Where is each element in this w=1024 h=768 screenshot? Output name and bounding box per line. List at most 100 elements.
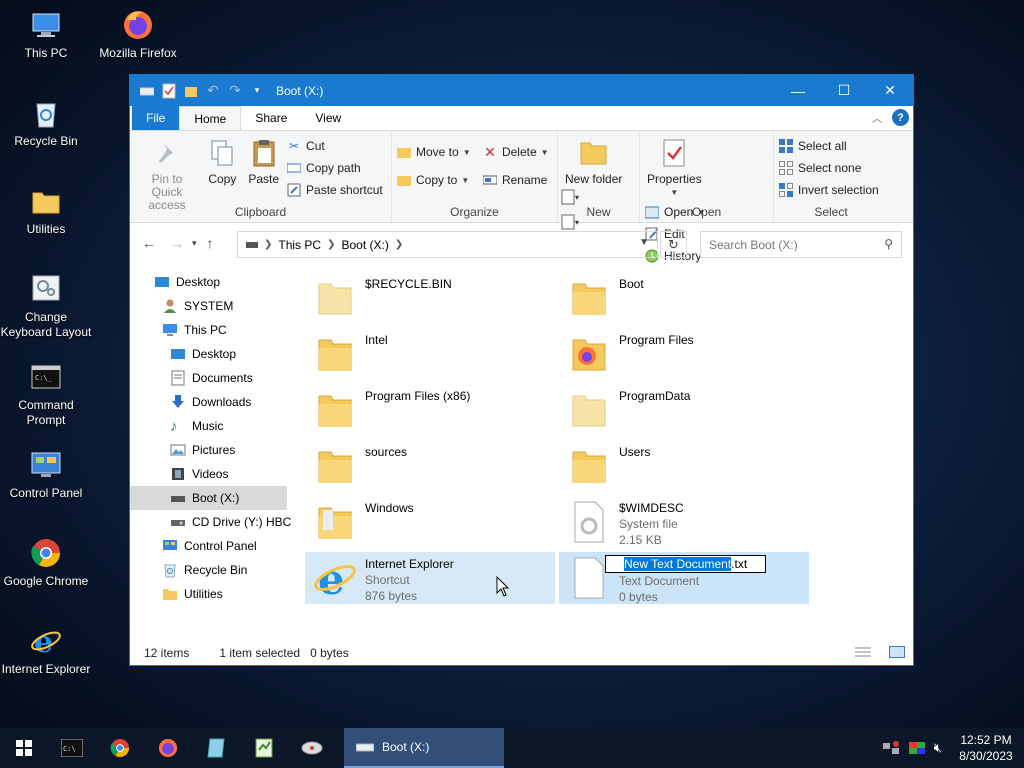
display-settings-icon[interactable] bbox=[908, 740, 926, 756]
nav-item-this-pc[interactable]: This PC bbox=[162, 318, 227, 342]
address-bar[interactable]: ❯ This PC ❯ Boot (X:) ❯ ▼ bbox=[237, 231, 658, 258]
group-label: Organize bbox=[450, 205, 499, 219]
file-item-program-files-folder[interactable]: Program Files bbox=[559, 328, 809, 380]
properties-button[interactable]: Properties ▼ bbox=[644, 135, 705, 201]
collapse-ribbon-icon[interactable]: ︿ bbox=[872, 110, 882, 125]
desktop-icon-control-panel[interactable]: Control Panel bbox=[0, 448, 92, 501]
file-item-users-folder[interactable]: Users bbox=[559, 440, 809, 492]
up-arrow-icon[interactable]: ↑ bbox=[207, 235, 214, 251]
desktop-icon-command-prompt[interactable]: C:\_ Command Prompt bbox=[0, 360, 92, 428]
desktop-icon-firefox[interactable]: Mozilla Firefox bbox=[92, 8, 184, 61]
nav-item-boot-drive[interactable]: Boot (X:) bbox=[130, 486, 287, 510]
paste-button[interactable]: Paste bbox=[245, 135, 283, 188]
windows-logo-icon bbox=[16, 740, 32, 756]
taskbar-app-6[interactable] bbox=[288, 728, 336, 768]
cut-button[interactable]: ✂ Cut bbox=[286, 137, 383, 155]
clock[interactable]: 12:52 PM 8/30/2023 bbox=[956, 732, 1016, 764]
chrome-icon bbox=[110, 738, 130, 758]
close-button[interactable]: ✕ bbox=[867, 75, 913, 106]
file-item-sources-folder[interactable]: sources bbox=[305, 440, 555, 492]
nav-item-cd-drive[interactable]: CD Drive (Y:) HBC bbox=[170, 510, 291, 534]
file-explorer-window: ↶ ↷ ▾ Boot (X:) — ☐ ✕ File Home Share Vi… bbox=[129, 74, 914, 666]
start-button[interactable] bbox=[0, 728, 48, 768]
file-item-internet-explorer-shortcut[interactable]: e Internet Explorer Shortcut 876 bytes bbox=[305, 552, 555, 604]
nav-item-desktop-root[interactable]: Desktop bbox=[154, 270, 220, 294]
file-item-programdata-folder[interactable]: ProgramData bbox=[559, 384, 809, 436]
copy-path-button[interactable]: Copy path bbox=[286, 159, 383, 177]
nav-item-downloads[interactable]: Downloads bbox=[170, 390, 251, 414]
rename-input[interactable]: New Text Document.txt bbox=[605, 555, 766, 573]
customize-quick-access-icon[interactable]: ▾ bbox=[248, 82, 266, 100]
invert-selection-button[interactable]: Invert selection bbox=[778, 181, 879, 199]
refresh-button[interactable]: ↻ bbox=[660, 231, 687, 258]
file-item-windows-folder[interactable]: Windows bbox=[305, 496, 555, 548]
file-item-program-files-x86-folder[interactable]: Program Files (x86) bbox=[305, 384, 555, 436]
breadcrumb-this-pc[interactable]: This PC bbox=[278, 238, 321, 252]
select-all-button[interactable]: Select all bbox=[778, 137, 879, 155]
recent-locations-icon[interactable]: ▾ bbox=[192, 235, 197, 251]
taskbar-chrome[interactable] bbox=[96, 728, 144, 768]
redo-icon[interactable]: ↷ bbox=[226, 82, 244, 100]
nav-item-utilities[interactable]: Utilities bbox=[162, 582, 223, 606]
desktop-icon-utilities[interactable]: Utilities bbox=[0, 184, 92, 237]
file-item-boot-folder[interactable]: Boot bbox=[559, 272, 809, 324]
desktop-icon-internet-explorer[interactable]: e Internet Explorer bbox=[0, 624, 92, 677]
select-none-button[interactable]: Select none bbox=[778, 159, 879, 177]
folder-icon bbox=[318, 451, 352, 483]
nav-item-documents[interactable]: Documents bbox=[170, 366, 253, 390]
file-item-wimdesc[interactable]: $WIMDESC System file 2.15 KB bbox=[559, 496, 809, 548]
copy-to-button[interactable]: Copy to ▼ bbox=[396, 171, 471, 189]
nav-item-recycle-bin[interactable]: Recycle Bin bbox=[162, 558, 247, 582]
nav-item-control-panel[interactable]: Control Panel bbox=[162, 534, 257, 558]
nav-item-pictures[interactable]: Pictures bbox=[170, 438, 235, 462]
pin-quick-access-button[interactable]: Pin to Quick access bbox=[134, 135, 200, 214]
large-icons-view-icon[interactable] bbox=[889, 646, 905, 661]
pictures-icon bbox=[170, 442, 186, 458]
desktop-icon-label: Mozilla Firefox bbox=[99, 46, 177, 60]
move-to-button[interactable]: Move to ▼ bbox=[396, 143, 471, 161]
delete-button[interactable]: ✕ Delete ▼ bbox=[482, 143, 548, 161]
details-view-icon[interactable] bbox=[855, 646, 871, 661]
copy-button[interactable]: Copy bbox=[203, 135, 241, 188]
desktop-icon-this-pc[interactable]: This PC bbox=[0, 8, 92, 61]
nav-item-desktop[interactable]: Desktop bbox=[170, 342, 236, 366]
nav-item-videos[interactable]: Videos bbox=[170, 462, 228, 486]
paste-shortcut-button[interactable]: Paste shortcut bbox=[286, 181, 383, 199]
taskbar-file-explorer-active[interactable]: Boot (X:) bbox=[344, 728, 504, 768]
tab-home[interactable]: Home bbox=[179, 106, 242, 130]
tab-share[interactable]: Share bbox=[241, 106, 302, 130]
taskbar-firefox[interactable] bbox=[144, 728, 192, 768]
file-item-intel-folder[interactable]: Intel bbox=[305, 328, 555, 380]
forward-arrow-icon[interactable]: → bbox=[170, 235, 184, 251]
chevron-down-icon[interactable]: ▼ bbox=[639, 237, 649, 248]
taskbar: C:\ Boot (X:) 🔇︎ 12:52 PM 8/30/2023 bbox=[0, 728, 1024, 768]
tab-view[interactable]: View bbox=[301, 106, 356, 130]
file-item-recycle-bin-folder[interactable]: $RECYCLE.BIN bbox=[305, 272, 555, 324]
taskbar-command-prompt[interactable]: C:\ bbox=[48, 728, 96, 768]
new-folder-quick-icon[interactable] bbox=[182, 82, 200, 100]
nav-item-music[interactable]: ♪ Music bbox=[170, 414, 223, 438]
desktop-icon-chrome[interactable]: Google Chrome bbox=[0, 536, 92, 589]
firefox-icon bbox=[121, 8, 155, 42]
properties-quick-icon[interactable] bbox=[160, 82, 178, 100]
search-box[interactable]: Search Boot (X:) ⚲ bbox=[700, 231, 902, 258]
navigation-pane: Desktop SYSTEM This PC Desktop Documents… bbox=[130, 270, 291, 632]
tab-file[interactable]: File bbox=[132, 106, 180, 130]
nav-item-system[interactable]: SYSTEM bbox=[162, 294, 233, 318]
desktop-icon-recycle-bin[interactable]: Recycle Bin bbox=[0, 96, 92, 149]
volume-muted-icon[interactable]: 🔇︎ bbox=[934, 740, 942, 756]
new-folder-button[interactable]: New folder bbox=[562, 135, 625, 188]
breadcrumb-boot[interactable]: Boot (X:) bbox=[341, 238, 388, 252]
undo-icon[interactable]: ↶ bbox=[204, 82, 222, 100]
file-item-new-text-document[interactable]: New Text Document.txt Text Document 0 by… bbox=[559, 552, 809, 604]
help-icon[interactable]: ? bbox=[892, 109, 909, 126]
rename-button[interactable]: Rename bbox=[482, 171, 549, 189]
network-icon[interactable] bbox=[882, 740, 900, 756]
minimize-button[interactable]: — bbox=[775, 75, 821, 106]
search-input[interactable]: Search Boot (X:) bbox=[709, 238, 798, 252]
taskbar-app-5[interactable] bbox=[240, 728, 288, 768]
maximize-button[interactable]: ☐ bbox=[821, 75, 867, 106]
taskbar-app-4[interactable] bbox=[192, 728, 240, 768]
back-arrow-icon[interactable]: ← bbox=[142, 235, 156, 251]
desktop-icon-keyboard-layout[interactable]: Change Keyboard Layout bbox=[0, 272, 92, 340]
